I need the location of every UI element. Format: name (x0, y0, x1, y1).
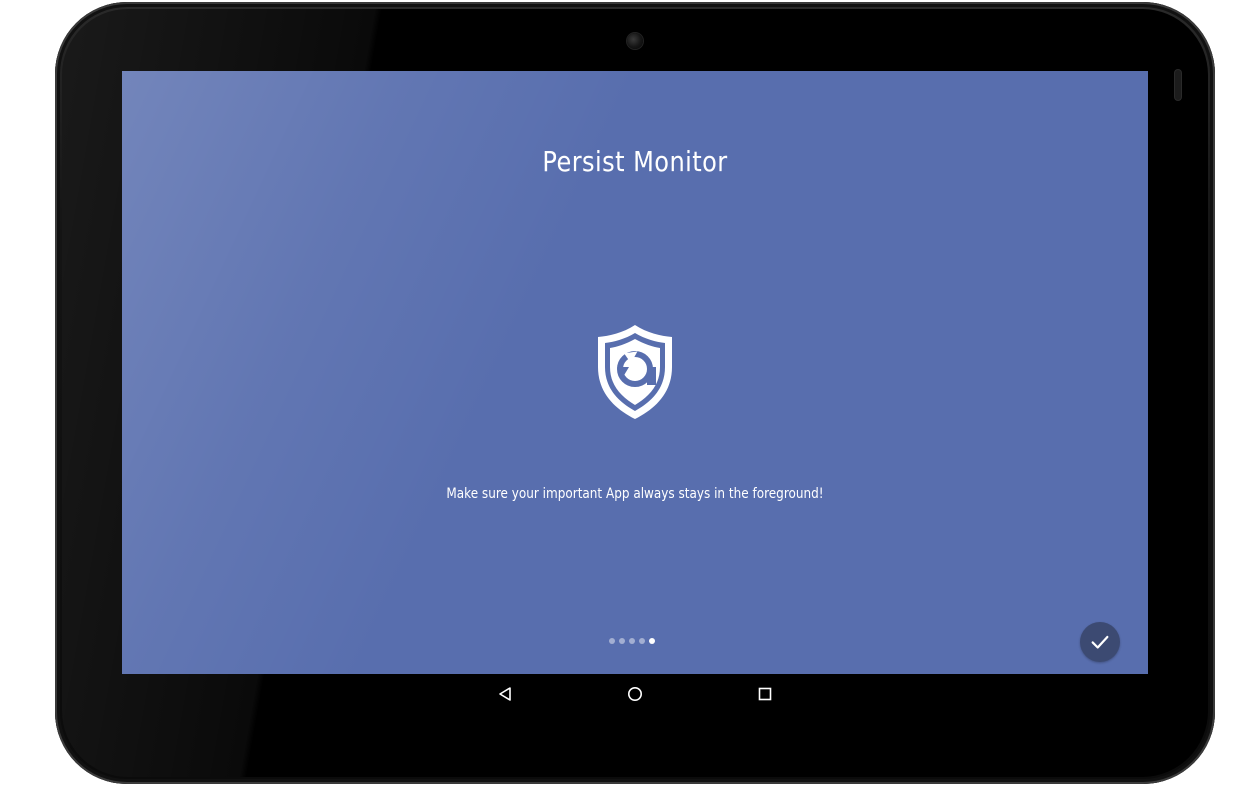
page-dot-2[interactable] (619, 638, 625, 644)
system-navigation-bar (122, 674, 1148, 714)
page-dot-5-active[interactable] (649, 638, 655, 644)
tablet-mockup: Persist Monitor Make sure your important… (0, 0, 1258, 800)
app-description: Make sure your important App always stay… (446, 486, 824, 502)
back-button[interactable] (492, 682, 518, 706)
page-dot-4[interactable] (639, 638, 645, 644)
front-camera (627, 33, 643, 49)
page-indicator (609, 638, 655, 644)
home-icon (628, 687, 642, 701)
done-button[interactable] (1080, 622, 1120, 662)
shield-refresh-icon (598, 325, 672, 419)
home-button[interactable] (622, 682, 648, 706)
back-icon (499, 687, 511, 701)
recents-icon (758, 687, 772, 701)
sensor-slot (1175, 70, 1181, 100)
page-dot-1[interactable] (609, 638, 615, 644)
recents-button[interactable] (752, 682, 778, 706)
check-icon (1091, 635, 1109, 649)
app-title: Persist Monitor (542, 145, 728, 178)
page-dot-3[interactable] (629, 638, 635, 644)
onboarding-screen: Persist Monitor Make sure your important… (122, 71, 1148, 674)
